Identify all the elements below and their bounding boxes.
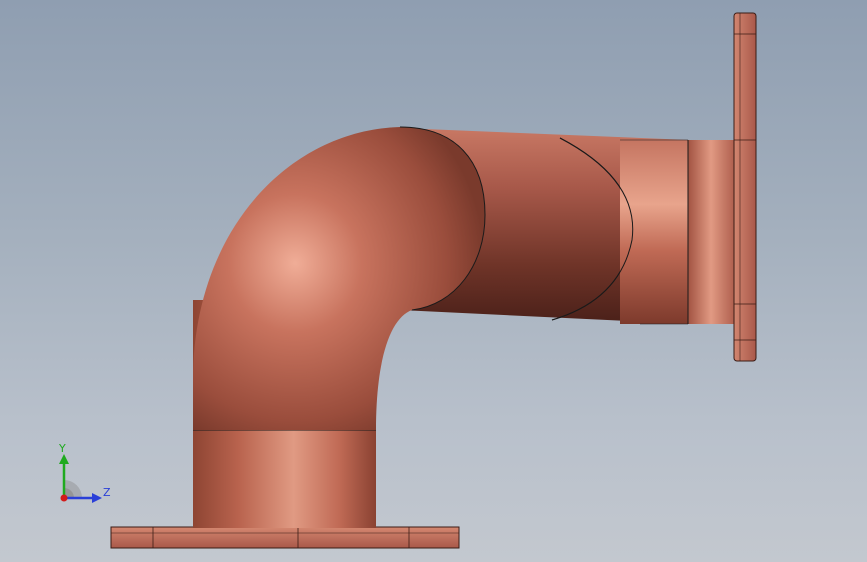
pipe-bend[interactable]	[193, 126, 486, 430]
graphics-viewport[interactable]: Y Z	[0, 0, 867, 562]
y-axis-label: Y	[58, 442, 66, 455]
orientation-triad: Y Z	[58, 442, 111, 503]
z-axis-label: Z	[103, 486, 111, 499]
bottom-flange[interactable]	[110, 526, 460, 549]
x-axis-icon	[60, 494, 68, 502]
pipe-elbow-model[interactable]	[0, 0, 867, 562]
right-flange[interactable]	[733, 12, 757, 362]
triad-plane-shadow-icon	[64, 480, 82, 498]
